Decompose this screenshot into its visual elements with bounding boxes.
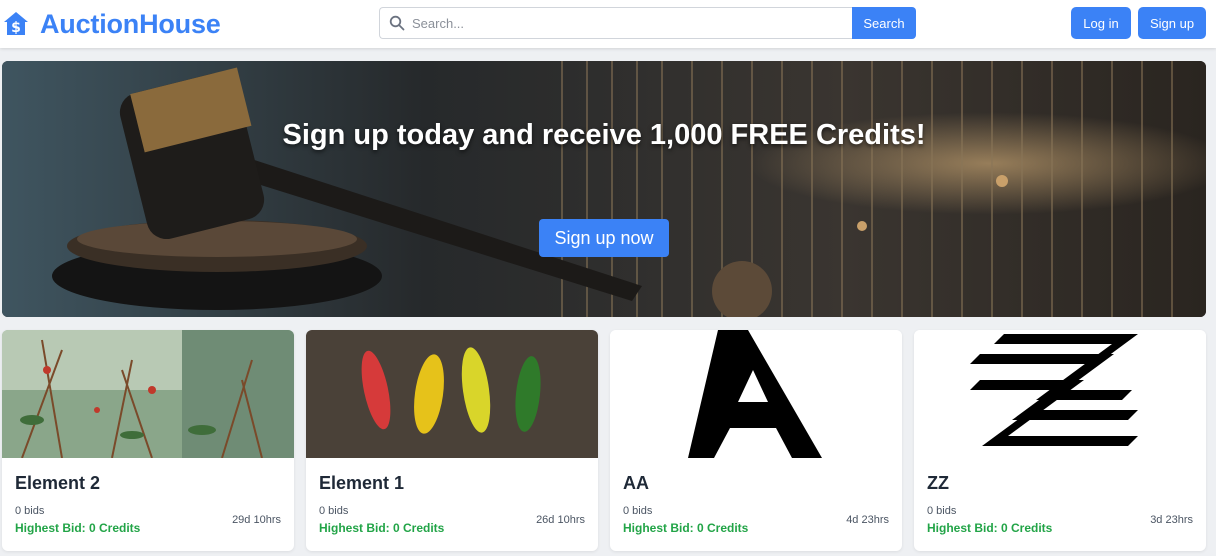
listing-title: AA (623, 473, 649, 493)
spider-web-plants-image (2, 330, 294, 458)
listing-card[interactable]: AA 0 bids Highest Bid: 0 Credits 4d 23hr… (610, 330, 902, 551)
listing-image (610, 330, 902, 458)
listing-card[interactable]: ZZ 0 bids Highest Bid: 0 Credits 3d 23hr… (914, 330, 1206, 551)
hero-banner: Sign up today and receive 1,000 FREE Cre… (2, 61, 1206, 317)
house-dollar-icon: $ (4, 12, 28, 36)
listing-highest-bid: Highest Bid: 0 Credits (15, 521, 141, 535)
listing-bid-count: 0 bids (319, 505, 349, 517)
letter-z-logo-image (914, 330, 1206, 458)
letter-a-image (610, 330, 902, 458)
search-bar: Search (379, 7, 916, 39)
listing-bid-count: 0 bids (15, 505, 45, 517)
listing-image (306, 330, 598, 458)
top-navbar: $ AuctionHouse Search Log in Sign up (0, 0, 1216, 48)
listing-time-left: 3d 23hrs (1150, 514, 1193, 526)
gavel-banner-image (2, 61, 1206, 317)
listing-bid-count: 0 bids (927, 505, 957, 517)
listing-bid-count: 0 bids (623, 505, 653, 517)
listing-card[interactable]: Element 2 0 bids Highest Bid: 0 Credits … (2, 330, 294, 551)
svg-text:$: $ (11, 20, 21, 36)
listing-image (914, 330, 1206, 458)
search-input[interactable] (412, 9, 842, 37)
hero-headline: Sign up today and receive 1,000 FREE Cre… (282, 119, 926, 151)
login-button[interactable]: Log in (1071, 7, 1131, 39)
listing-image (2, 330, 294, 458)
listing-time-left: 29d 10hrs (232, 514, 281, 526)
listing-time-left: 26d 10hrs (536, 514, 585, 526)
hero-signup-button[interactable]: Sign up now (539, 219, 669, 257)
listing-time-left: 4d 23hrs (846, 514, 889, 526)
brand-name: AuctionHouse (40, 8, 221, 39)
brand-logo[interactable]: $ AuctionHouse (2, 8, 221, 40)
search-button[interactable]: Search (852, 7, 916, 39)
listing-highest-bid: Highest Bid: 0 Credits (623, 521, 749, 535)
listing-title: Element 2 (15, 473, 101, 493)
listing-title: ZZ (927, 473, 949, 493)
listing-card[interactable]: Element 1 0 bids Highest Bid: 0 Credits … (306, 330, 598, 551)
search-box (379, 7, 852, 39)
signup-button[interactable]: Sign up (1138, 7, 1206, 39)
colored-leaves-image (306, 330, 598, 458)
search-icon (389, 15, 405, 31)
listing-highest-bid: Highest Bid: 0 Credits (927, 521, 1053, 535)
listing-highest-bid: Highest Bid: 0 Credits (319, 521, 445, 535)
listing-title: Element 1 (319, 473, 405, 493)
